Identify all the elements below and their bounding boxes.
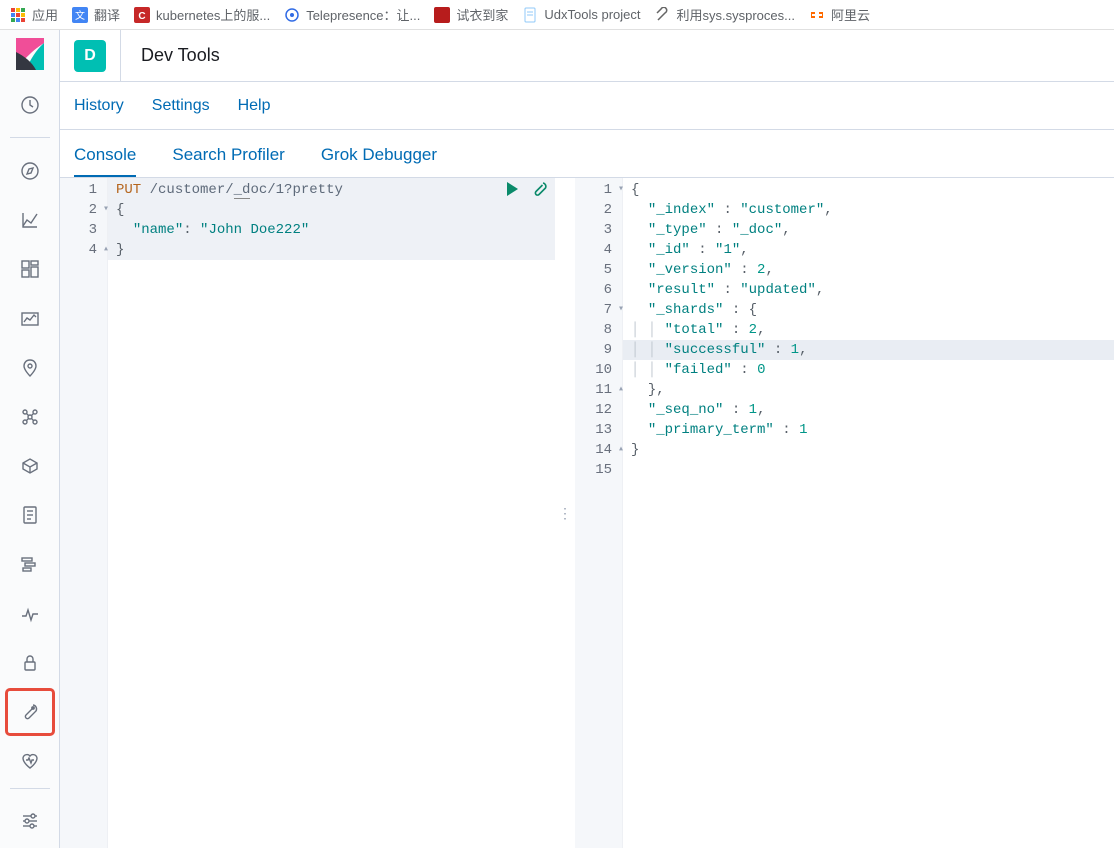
svg-text:文: 文 bbox=[75, 9, 85, 22]
response-viewer[interactable]: { "_index" : "customer", "_type" : "_doc… bbox=[623, 178, 1114, 848]
main-area: D Dev Tools History Settings Help Consol… bbox=[60, 30, 1114, 848]
bookmark-translate[interactable]: 文 翻译 bbox=[72, 5, 120, 24]
app-title: Dev Tools bbox=[141, 45, 220, 66]
bookmark-udxtools[interactable]: UdxTools project bbox=[522, 7, 640, 23]
nav-ml-icon[interactable] bbox=[6, 394, 54, 439]
bookmark-label: kubernetes上的服... bbox=[156, 5, 270, 24]
nav-management-icon[interactable] bbox=[6, 799, 54, 844]
nav-maps-icon[interactable] bbox=[6, 345, 54, 390]
request-gutter: 1234 bbox=[60, 178, 108, 848]
nav-security-icon[interactable] bbox=[6, 640, 54, 685]
kibana-sidebar bbox=[0, 30, 60, 848]
subnav-help[interactable]: Help bbox=[238, 97, 271, 115]
kibana-logo[interactable] bbox=[14, 38, 46, 70]
nav-infra-icon[interactable] bbox=[6, 443, 54, 488]
bookmark-label: 试衣到家 bbox=[456, 5, 508, 24]
bookmark-aliyun[interactable]: 阿里云 bbox=[809, 5, 870, 24]
wheel-icon bbox=[284, 7, 300, 23]
nav-apm-icon[interactable] bbox=[6, 542, 54, 587]
nav-discover-icon[interactable] bbox=[6, 148, 54, 193]
pane-splitter[interactable]: ⋮ bbox=[555, 178, 575, 848]
bookmark-label: 翻译 bbox=[94, 5, 120, 24]
topbar: D Dev Tools bbox=[60, 30, 1114, 82]
bookmark-telepresence[interactable]: Telepresence：让... bbox=[284, 5, 420, 24]
svg-text:C: C bbox=[138, 11, 145, 22]
nav-recent-icon[interactable] bbox=[6, 82, 54, 127]
red-icon bbox=[434, 7, 450, 23]
tool-icon bbox=[655, 7, 671, 23]
nav-visualize-icon[interactable] bbox=[6, 197, 54, 242]
browser-bookmarks-bar: 应用 文 翻译 C kubernetes上的服... Telepresence：… bbox=[0, 0, 1114, 30]
response-gutter: 123456789101112131415 bbox=[575, 178, 623, 848]
translate-icon: 文 bbox=[72, 7, 88, 23]
response-pane: 123456789101112131415 { "_index" : "cust… bbox=[575, 178, 1114, 848]
nav-dev-tools-icon[interactable] bbox=[6, 689, 54, 734]
run-request-icon[interactable] bbox=[503, 180, 521, 198]
bookmark-shiyi[interactable]: 试衣到家 bbox=[434, 5, 508, 24]
k8s-icon: C bbox=[134, 7, 150, 23]
aliyun-icon bbox=[809, 7, 825, 23]
bookmark-label: Telepresence：让... bbox=[306, 5, 420, 24]
subnav: History Settings Help bbox=[60, 82, 1114, 130]
bookmark-sysproc[interactable]: 利用sys.sysproces... bbox=[655, 5, 795, 24]
doc-icon bbox=[522, 7, 538, 23]
subnav-history[interactable]: History bbox=[74, 97, 124, 115]
request-editor[interactable]: PUT /customer/_doc/1?pretty{ "name": "Jo… bbox=[108, 178, 555, 848]
nav-uptime-icon[interactable] bbox=[6, 591, 54, 636]
request-pane: 1234 PUT /customer/_doc/1?pretty{ "name"… bbox=[60, 178, 555, 848]
tabs: Console Search Profiler Grok Debugger bbox=[60, 130, 1114, 178]
nav-timelion-icon[interactable] bbox=[6, 296, 54, 341]
tab-grok-debugger[interactable]: Grok Debugger bbox=[321, 145, 437, 177]
app-badge: D bbox=[74, 40, 106, 72]
app-badge-wrap: D bbox=[74, 30, 121, 82]
workspace: 1234 PUT /customer/_doc/1?pretty{ "name"… bbox=[60, 178, 1114, 848]
bookmark-k8s[interactable]: C kubernetes上的服... bbox=[134, 5, 270, 24]
wrench-icon[interactable] bbox=[531, 180, 549, 198]
bookmark-apps[interactable]: 应用 bbox=[10, 5, 58, 24]
bookmark-label: 利用sys.sysproces... bbox=[677, 5, 795, 24]
subnav-settings[interactable]: Settings bbox=[152, 97, 210, 115]
bookmark-label: UdxTools project bbox=[544, 7, 640, 22]
nav-logs-icon[interactable] bbox=[6, 493, 54, 538]
tab-console[interactable]: Console bbox=[74, 145, 136, 177]
sidebar-separator bbox=[10, 137, 50, 138]
nav-dashboard-icon[interactable] bbox=[6, 247, 54, 292]
apps-grid-icon bbox=[10, 7, 26, 23]
bookmark-label: 应用 bbox=[32, 5, 58, 24]
nav-monitoring-icon[interactable] bbox=[6, 739, 54, 784]
request-action-buttons bbox=[503, 180, 549, 198]
tab-search-profiler[interactable]: Search Profiler bbox=[172, 145, 284, 177]
bookmark-label: 阿里云 bbox=[831, 5, 870, 24]
sidebar-separator bbox=[10, 788, 50, 789]
